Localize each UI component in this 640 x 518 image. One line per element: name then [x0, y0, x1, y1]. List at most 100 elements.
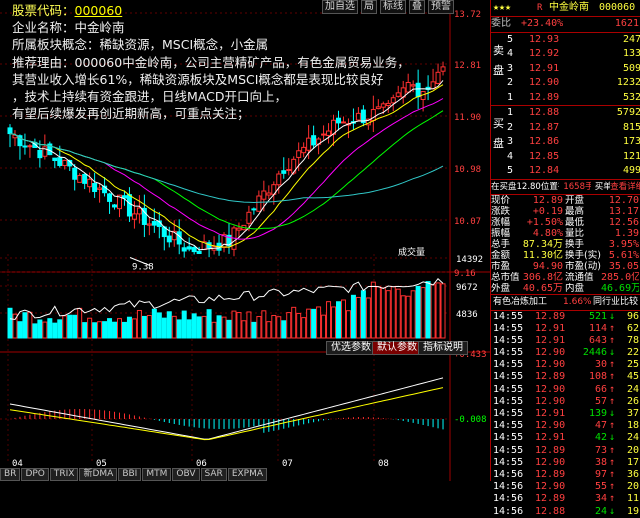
buy-book-row[interactable]: 5 12.84 499	[491, 164, 640, 179]
buy-book-row[interactable]: 4 12.85 121	[491, 150, 640, 165]
candle-body	[37, 149, 43, 159]
buy-book-level: 4	[507, 150, 514, 162]
candle-body	[72, 167, 78, 180]
buy-book-level: 5	[507, 165, 514, 176]
price-axis-label: 10.07	[454, 217, 481, 227]
add-watchlist-button[interactable]: 加自选	[322, 0, 358, 14]
sell-book-row[interactable]: 2 12.90 1232	[491, 76, 640, 91]
tick-time: 14:56	[493, 468, 524, 480]
tab-br[interactable]: BR	[0, 468, 21, 481]
sector-compare-link[interactable]: 同行业比较	[593, 295, 638, 310]
tick-list[interactable]: 14:55 12.89 521 ↓ 96 14:55 12.91 114 ↑ 62 14:55 12.…	[491, 311, 640, 518]
sector-name[interactable]: 有色冶炼加工	[491, 295, 563, 310]
volume-bar	[301, 317, 307, 339]
buy-book-row[interactable]: 3 12.86 173	[491, 135, 640, 150]
tick-price: 12.90	[535, 395, 566, 407]
volume-bar	[440, 283, 446, 339]
stat-row: 现价 12.89 开盘 12.70	[491, 195, 640, 206]
tick-time: 14:55	[493, 359, 524, 371]
notice-detail-link[interactable]: 查看详细	[610, 180, 640, 195]
sell-book-row[interactable]: 4 12.92 133	[491, 47, 640, 62]
sell-book-row[interactable]: 3 12.91 509	[491, 62, 640, 77]
sell-book-label: 卖盘	[493, 43, 504, 77]
tick-direction-icon: ↑	[608, 444, 616, 456]
stat-label: 涨幅	[491, 217, 511, 228]
tick-count: 62	[626, 322, 639, 334]
kline-chart-area[interactable]: 13.72 12.81 11.90 10.98 10.07 9.16 成交量 14392 967…	[0, 0, 490, 481]
tick-row: 14:55 12.90 2446 ↓ 22	[491, 347, 640, 359]
tick-direction-icon: ↑	[608, 334, 616, 346]
tick-time: 14:55	[493, 444, 524, 456]
indicator-help-button[interactable]: 指标说明	[418, 341, 468, 355]
tab-trix[interactable]: TRIX	[49, 468, 79, 481]
tick-row: 14:55 12.89 73 ↑ 20	[491, 445, 640, 457]
quote-panel: ★★★ R 中金岭南 000060 委比 +23.40% 1621 卖盘 5 12.…	[490, 0, 640, 517]
tab-expma[interactable]: EXPMA	[227, 468, 268, 481]
tick-volume: 47	[594, 420, 607, 432]
stat-row: 市盈 94.90 市盈(动) 35.05	[491, 261, 640, 272]
month-label: 07	[282, 459, 293, 469]
stat-row: 总市值 306.8亿 流通值 285.0亿	[491, 272, 640, 283]
candle-body	[136, 207, 142, 215]
tab-dpo[interactable]: DPO	[21, 468, 49, 481]
default-params-button[interactable]: 默认参数	[372, 341, 422, 355]
volume-bar	[340, 299, 346, 339]
layout-button[interactable]: 局	[361, 0, 377, 14]
sell-book-row[interactable]: 1 12.89 532	[491, 91, 640, 106]
volume-bar	[131, 318, 137, 339]
volume-bar	[72, 314, 78, 339]
optimal-params-button[interactable]: 优选参数	[326, 341, 376, 355]
candle-body	[52, 157, 58, 161]
tick-direction-icon: ↑	[608, 395, 616, 407]
tab-bbi[interactable]: BBI	[118, 468, 142, 481]
stat-value: 13.17	[608, 206, 639, 217]
candle-body	[7, 127, 13, 135]
volume-bar	[321, 314, 327, 339]
tick-price: 12.91	[535, 322, 566, 334]
candle-body	[326, 130, 332, 136]
volume-bar	[326, 301, 332, 339]
volume-bar	[82, 322, 88, 339]
sell-book-volume: 133	[622, 48, 640, 59]
stock-info-overlay: 股票代码：000060 企业名称：中金岭南 所属板块概念：稀缺资源，MSCI概念…	[12, 2, 410, 122]
month-label: 08	[378, 459, 389, 469]
stat-label: 换手	[565, 239, 585, 250]
alert-button[interactable]: 预警	[428, 0, 454, 14]
tab-new-dma[interactable]: 新DMA	[79, 468, 118, 481]
tick-price: 12.90	[535, 420, 566, 432]
tab-obv[interactable]: OBV	[172, 468, 200, 481]
volume-bar	[191, 313, 197, 339]
volume-bar	[231, 310, 237, 339]
tick-volume: 66	[594, 383, 607, 395]
tick-direction-icon: ↑	[608, 493, 616, 505]
buy-book-row[interactable]: 1 12.88 5792	[491, 106, 640, 121]
tick-time: 14:55	[493, 371, 524, 383]
tick-volume: 139	[588, 408, 607, 419]
candle-body	[87, 178, 93, 188]
tab-sar[interactable]: SAR	[200, 468, 227, 481]
buy-book-price: 12.86	[529, 136, 560, 147]
buy-book-row[interactable]: 2 12.87 815	[491, 121, 640, 136]
stat-label: 总手	[491, 239, 511, 250]
volume-bar	[360, 290, 366, 339]
sell-book-row[interactable]: 5 12.93 247	[491, 33, 640, 48]
volume-bar	[32, 323, 38, 339]
volume-bar	[196, 316, 202, 339]
overlay-button[interactable]: 叠	[409, 0, 425, 14]
info-sector: 所属板块概念：稀缺资源，MSCI概念，小金属	[12, 37, 269, 53]
info-reason-1: 推荐理由：000060中金岭南，公司主营精矿产品，有色金属贸易业务，	[12, 54, 410, 70]
tick-volume: 42	[594, 432, 607, 444]
volume-bar	[385, 290, 391, 339]
tick-row: 14:55 12.91 139 ↓ 37	[491, 408, 640, 420]
tab-mtm[interactable]: MTM	[142, 468, 172, 481]
tick-time: 14:55	[493, 456, 524, 468]
stat-label: 现价	[491, 195, 511, 206]
candle-body	[276, 173, 282, 186]
drawline-button[interactable]: 标线	[380, 0, 406, 14]
volume-bar	[390, 286, 396, 339]
stat-label: 市盈	[491, 261, 511, 272]
stat-value: 285.0亿	[601, 272, 639, 283]
notice-type: 买单	[594, 181, 611, 192]
tick-row: 14:55 12.90 57 ↑ 26	[491, 396, 640, 408]
candle-body	[301, 146, 307, 154]
